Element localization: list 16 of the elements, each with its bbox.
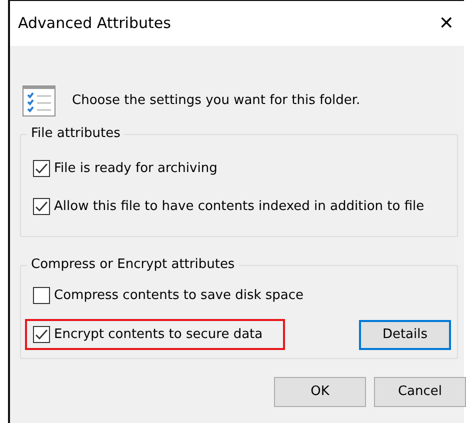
checkbox-label: File is ready for archiving [54, 160, 218, 178]
checklist-icon [22, 85, 56, 117]
checkbox[interactable] [33, 326, 50, 343]
group-title: Compress or Encrypt attributes [27, 256, 239, 274]
checkbox-label: Allow this file to have contents indexed in addition to file [54, 198, 424, 216]
checkbox[interactable] [33, 198, 50, 215]
checkbox-label: Compress contents to save disk space [54, 287, 304, 305]
checkbox[interactable] [33, 160, 50, 178]
details-button[interactable]: Details [359, 320, 451, 350]
checkbox-label: Encrypt contents to secure data [54, 326, 263, 344]
instruction-text: Choose the settings you want for this folder. [72, 92, 360, 110]
ok-button[interactable]: OK [274, 376, 366, 406]
close-button[interactable]: ✕ [434, 14, 458, 32]
cancel-button[interactable]: Cancel [374, 376, 466, 406]
checkbox[interactable] [33, 287, 50, 304]
window-title: Advanced Attributes [18, 13, 171, 34]
